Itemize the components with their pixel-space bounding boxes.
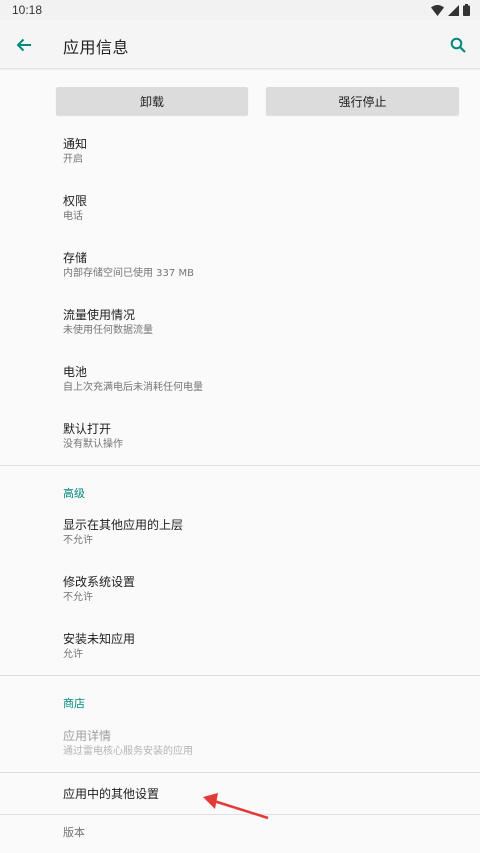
annotation-arrow-icon	[203, 793, 269, 820]
